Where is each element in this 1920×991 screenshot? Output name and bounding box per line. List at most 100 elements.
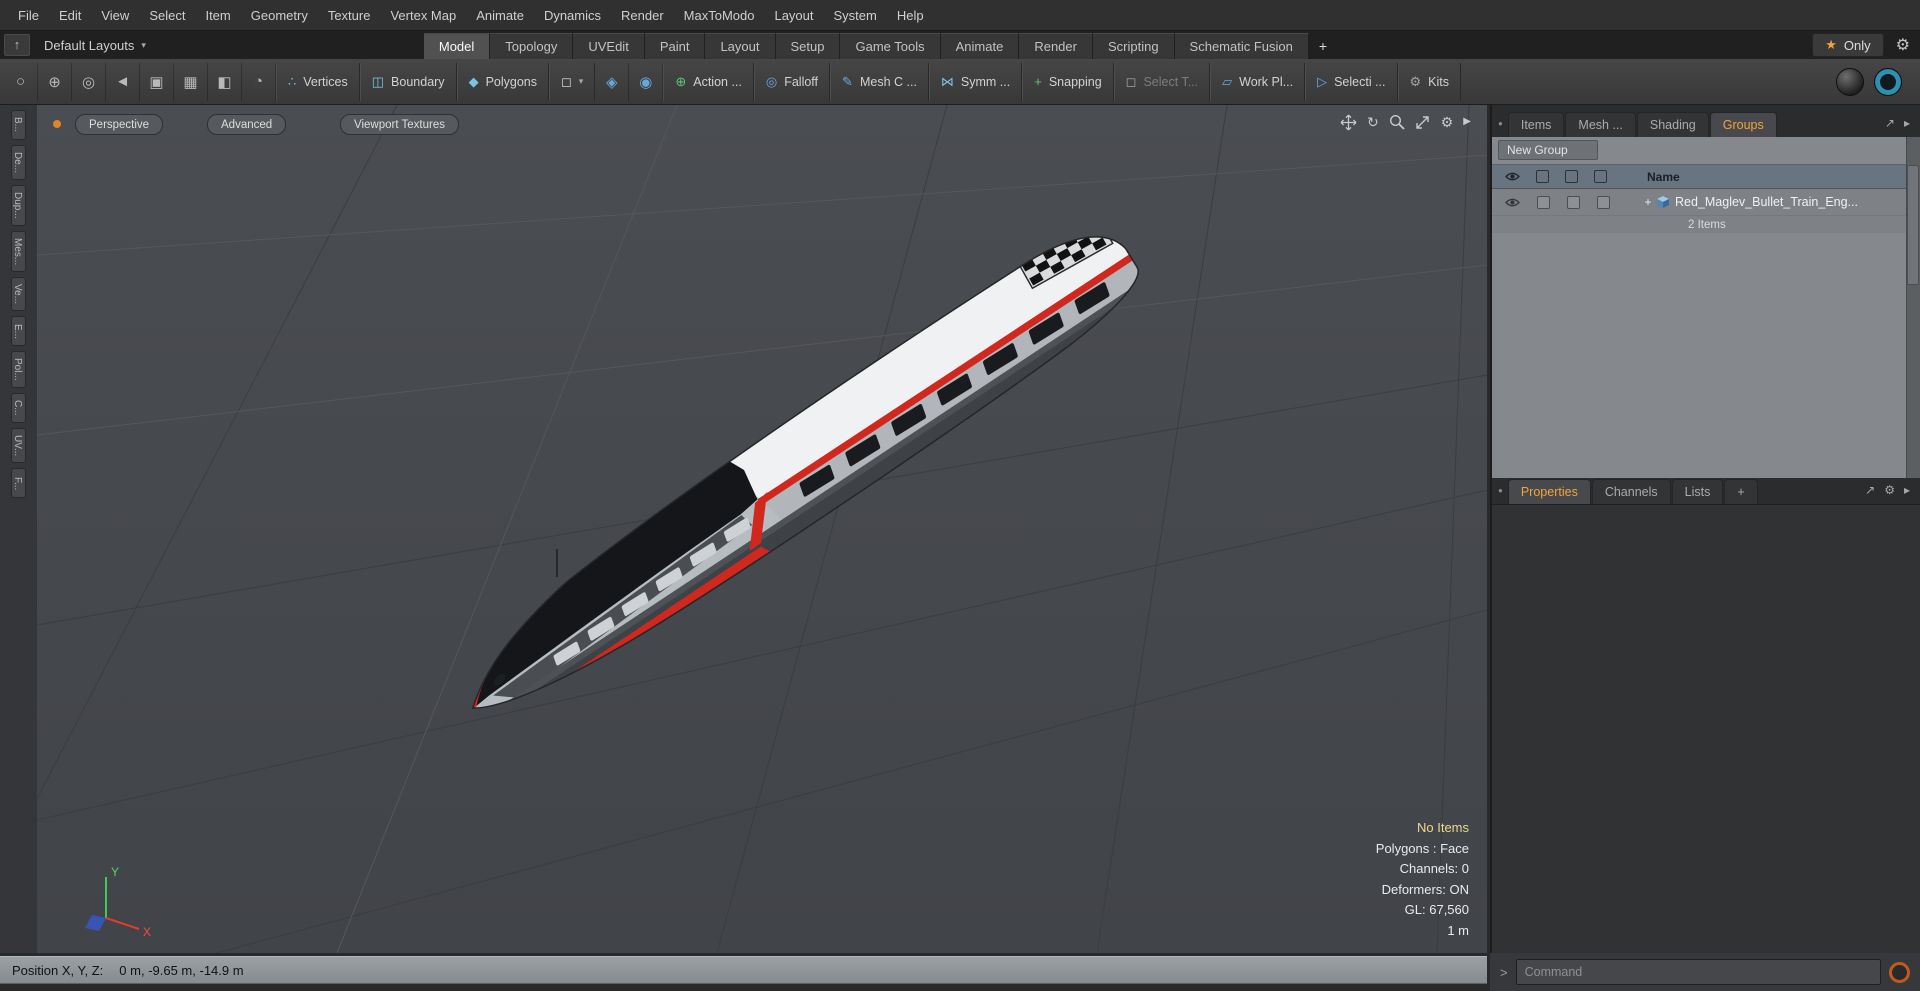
symmetry-button[interactable]: ⋈ Symm ...: [928, 62, 1023, 101]
ring-badge-icon[interactable]: [1874, 67, 1902, 96]
popout-icon[interactable]: ↗: [1865, 483, 1875, 497]
boundary-mode-button[interactable]: ◫ Boundary: [359, 62, 457, 101]
side-tab-falloff[interactable]: F...: [11, 468, 26, 499]
default-layouts-dropdown[interactable]: Default Layouts ▾: [34, 31, 156, 59]
uv-toggle-icon[interactable]: ◈: [595, 62, 630, 101]
gear-icon[interactable]: ⚙: [1896, 35, 1910, 55]
tab-properties[interactable]: Properties: [1507, 479, 1591, 504]
side-tab-curves[interactable]: C...: [11, 392, 26, 423]
select-toggle-icon[interactable]: [1594, 170, 1607, 183]
tab-schematic-fusion[interactable]: Schematic Fusion: [1174, 33, 1309, 59]
perspective-button[interactable]: Perspective: [75, 114, 164, 135]
command-input[interactable]: [1515, 959, 1881, 985]
viewport-textures-button[interactable]: Viewport Textures: [340, 114, 459, 135]
tab-scripting[interactable]: Scripting: [1092, 33, 1175, 59]
groups-scrollbar[interactable]: [1906, 137, 1920, 478]
render-toggle-icon[interactable]: [1536, 170, 1549, 183]
lock-checkbox[interactable]: [1597, 195, 1610, 209]
grid-tool-icon[interactable]: ▦: [174, 62, 208, 101]
panel-menu-dot-icon[interactable]: ●: [1498, 486, 1503, 495]
group-toggle-checkbox[interactable]: [1537, 195, 1550, 209]
menu-render[interactable]: Render: [611, 0, 674, 31]
eye-icon[interactable]: [1505, 197, 1520, 208]
shading-mode-button[interactable]: Advanced: [207, 114, 287, 135]
tab-groups[interactable]: Groups: [1709, 112, 1777, 137]
snapping-button[interactable]: + Snapping: [1022, 62, 1114, 101]
panel-expand-icon[interactable]: ▸: [1904, 483, 1910, 497]
sphere-badge-icon[interactable]: [1836, 67, 1864, 96]
menu-dynamics[interactable]: Dynamics: [534, 0, 611, 31]
selection-sets-button[interactable]: ▷ Selecti ...: [1305, 62, 1398, 101]
rotate-view-icon[interactable]: ↻: [1367, 113, 1379, 131]
globe-tool-icon[interactable]: ⊕: [38, 62, 72, 101]
side-tab-duplicate[interactable]: Dup...: [11, 185, 26, 226]
cursor-tool-icon[interactable]: ◄: [106, 62, 140, 101]
add-panel-tab-button[interactable]: +: [1724, 479, 1758, 504]
panel-expand-icon[interactable]: ▸: [1904, 116, 1910, 130]
tab-paint[interactable]: Paint: [644, 33, 706, 59]
command-history-icon[interactable]: [1889, 961, 1910, 983]
viewport-expand-arrow-icon[interactable]: ▶: [1463, 113, 1471, 131]
restore-layout-icon[interactable]: ↑: [4, 34, 30, 56]
menu-file[interactable]: File: [8, 0, 49, 31]
tab-uvedit[interactable]: UVEdit: [573, 33, 645, 59]
render-checkbox[interactable]: [1567, 195, 1580, 209]
group-row-train[interactable]: + Red_Maglev_Bullet_Train_Eng...: [1492, 189, 1920, 216]
tab-game-tools[interactable]: Game Tools: [840, 33, 941, 59]
menu-edit[interactable]: Edit: [49, 0, 91, 31]
pan-move-icon[interactable]: [1340, 114, 1357, 131]
eye-icon[interactable]: [1505, 171, 1520, 182]
target-tool-icon[interactable]: ◎: [72, 62, 106, 101]
action-center-button[interactable]: ⊕ Action ...: [663, 62, 754, 101]
vertices-mode-button[interactable]: ∴ Vertices: [276, 62, 360, 101]
lock-toggle-icon[interactable]: [1565, 170, 1578, 183]
panel-tool-icon[interactable]: ▣: [140, 62, 174, 101]
side-tab-polygon[interactable]: Pol...: [11, 351, 26, 388]
scrollbar-thumb[interactable]: [1907, 165, 1919, 285]
new-group-button[interactable]: New Group: [1498, 140, 1598, 160]
tab-render[interactable]: Render: [1019, 33, 1093, 59]
side-tab-uv[interactable]: UV...: [11, 427, 26, 464]
polygons-mode-button[interactable]: ◆ Polygons: [456, 62, 549, 101]
menu-view[interactable]: View: [91, 0, 139, 31]
zoom-icon[interactable]: [1389, 114, 1405, 130]
menu-select[interactable]: Select: [139, 0, 195, 31]
tab-channels[interactable]: Channels: [1591, 479, 1671, 504]
tab-mesh-ops[interactable]: Mesh ...: [1565, 112, 1636, 137]
tab-setup[interactable]: Setup: [775, 33, 841, 59]
side-tab-mesh[interactable]: Mes...: [11, 230, 26, 273]
select-through-button[interactable]: ◻ Select T...: [1113, 62, 1211, 101]
side-tab-edge[interactable]: E...: [11, 316, 26, 347]
viewport-canvas[interactable]: Y X: [37, 105, 1487, 953]
side-tab-vertex[interactable]: Ve...: [11, 277, 26, 312]
viewport-menu-dot-icon[interactable]: [53, 120, 61, 128]
mesh-constraint-button[interactable]: ✎ Mesh C ...: [830, 62, 929, 101]
menu-vertex-map[interactable]: Vertex Map: [380, 0, 466, 31]
tab-layout[interactable]: Layout: [705, 33, 776, 59]
kits-button[interactable]: ⚙ Kits: [1397, 62, 1461, 101]
menu-layout[interactable]: Layout: [764, 0, 823, 31]
menu-texture[interactable]: Texture: [318, 0, 381, 31]
only-toggle-button[interactable]: ★ Only: [1812, 33, 1884, 57]
panel-gear-icon[interactable]: ⚙: [1884, 483, 1895, 497]
tab-topology[interactable]: Topology: [490, 33, 574, 59]
viewport-3d[interactable]: Y X Perspective Advanced Viewport Textur…: [37, 105, 1487, 953]
work-plane-button[interactable]: ▱ Work Pl...: [1210, 62, 1306, 101]
expand-group-plus[interactable]: +: [1642, 195, 1654, 209]
menu-geometry[interactable]: Geometry: [241, 0, 318, 31]
tab-model[interactable]: Model: [423, 33, 491, 59]
menu-item[interactable]: Item: [195, 0, 240, 31]
tab-items[interactable]: Items: [1507, 112, 1565, 137]
tab-shading[interactable]: Shading: [1636, 112, 1709, 137]
pie-tool-icon[interactable]: ◔: [242, 62, 276, 101]
ellipse-tool-icon[interactable]: ○: [4, 62, 38, 101]
popout-icon[interactable]: ↗: [1885, 116, 1895, 130]
side-tab-deform[interactable]: De...: [11, 145, 26, 181]
menu-system[interactable]: System: [824, 0, 887, 31]
half-square-tool-icon[interactable]: ◧: [208, 62, 242, 101]
tab-animate[interactable]: Animate: [940, 33, 1020, 59]
menu-animate[interactable]: Animate: [466, 0, 534, 31]
panel-menu-dot-icon[interactable]: ●: [1498, 119, 1503, 128]
falloff-button[interactable]: ◎ Falloff: [753, 62, 831, 101]
maximize-icon[interactable]: [1415, 114, 1431, 130]
